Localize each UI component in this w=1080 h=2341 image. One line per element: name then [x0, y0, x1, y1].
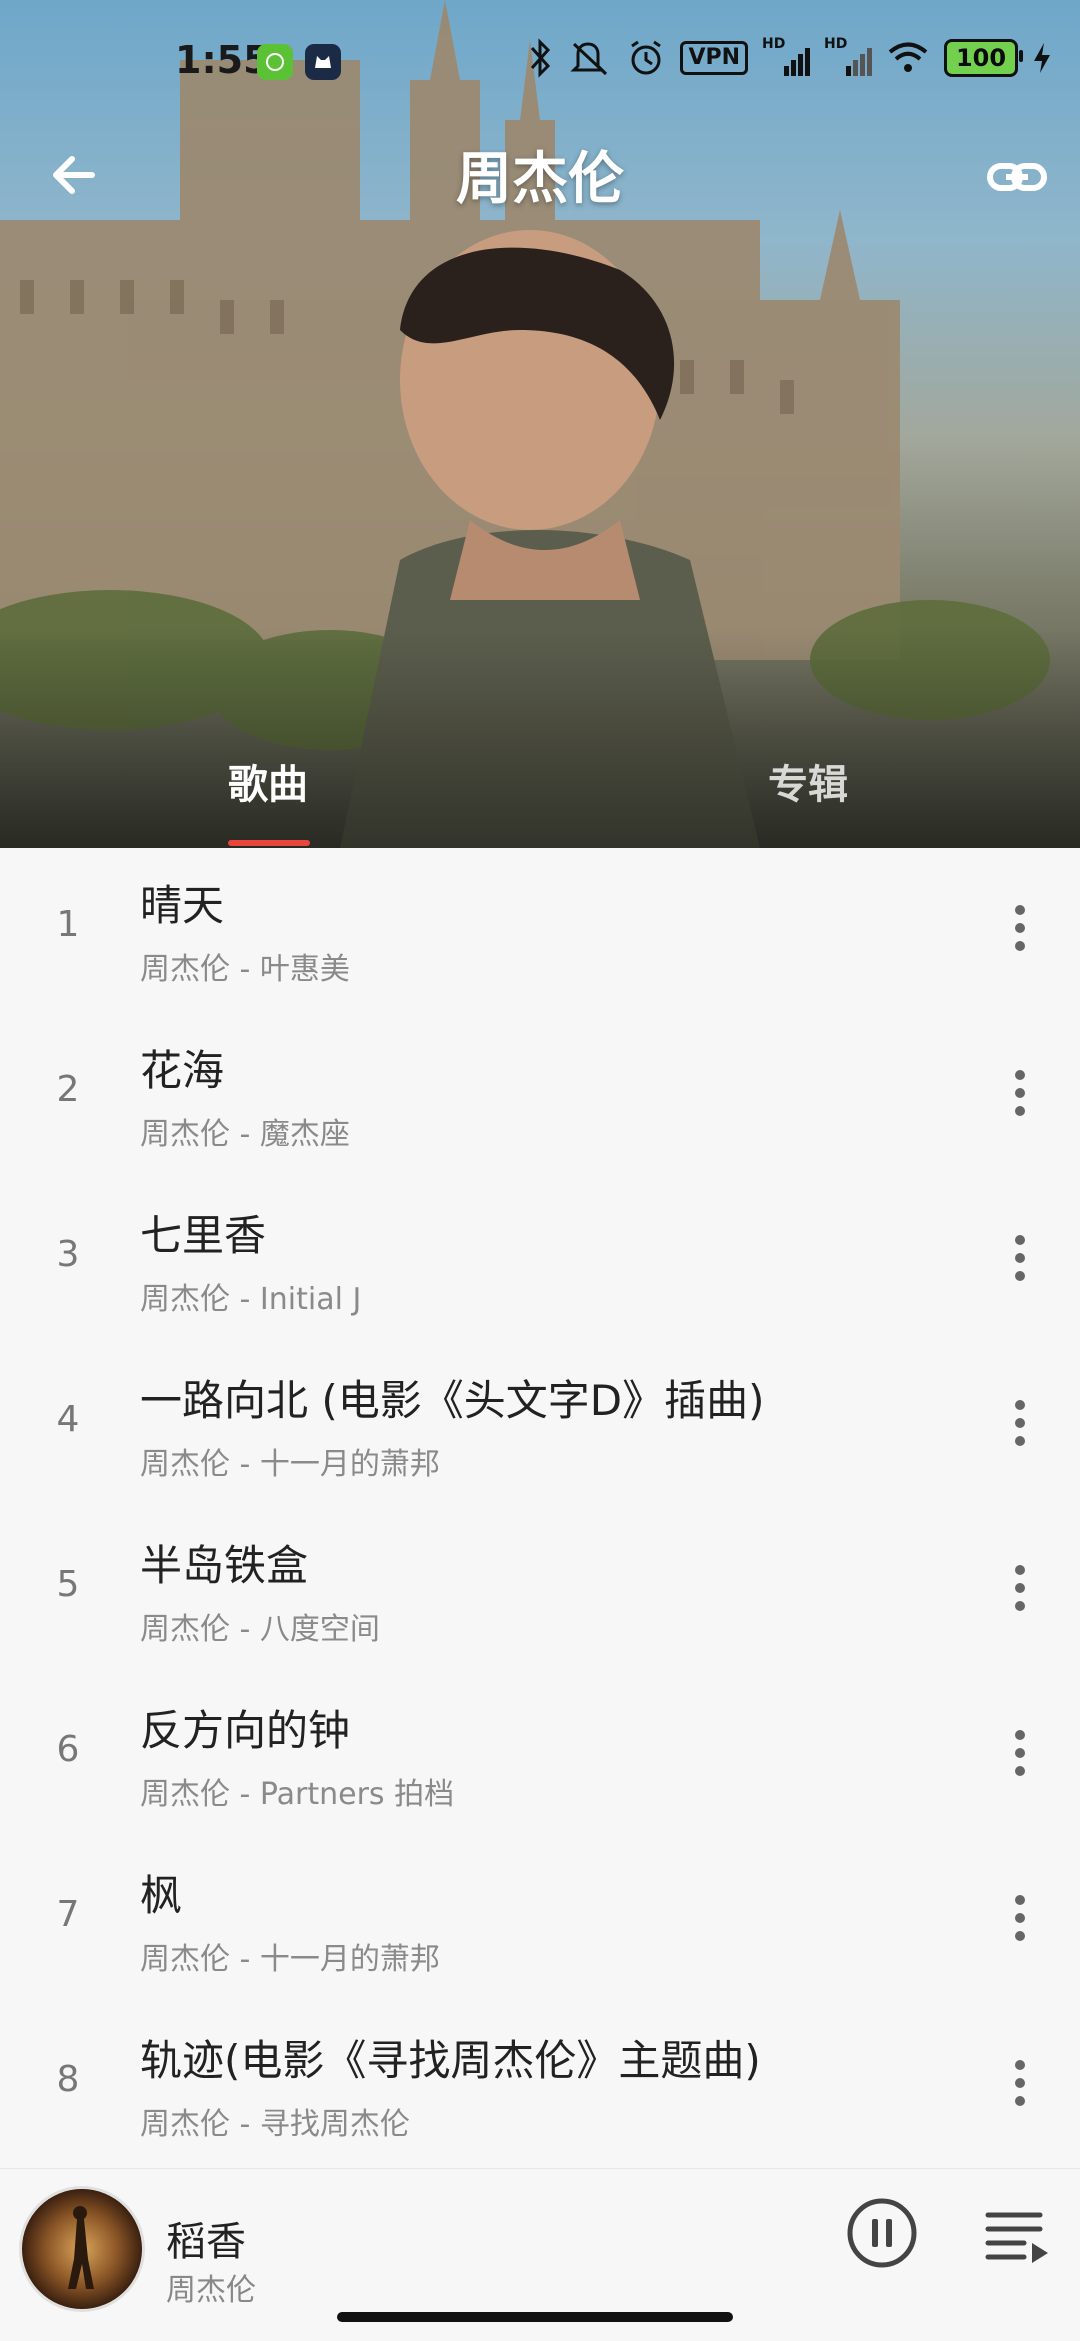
song-title: 半岛铁盒 [140, 1541, 309, 1590]
active-tab-indicator [228, 840, 310, 846]
bluetooth-icon [531, 38, 551, 78]
song-index: 8 [56, 2059, 80, 2100]
song-subtitle: 周杰伦 - Initial J [140, 1282, 362, 1317]
song-index: 3 [56, 1234, 80, 1275]
song-index: 7 [56, 1894, 80, 1935]
more-button[interactable] [990, 1723, 1050, 1783]
song-row[interactable]: 5 半岛铁盒 周杰伦 - 八度空间 [0, 1508, 1080, 1673]
song-list: 1 晴天 周杰伦 - 叶惠美 2 花海 周杰伦 - 魔杰座 3 七里香 周杰伦 … [0, 848, 1080, 2168]
song-title: 一路向北 (电影《头文字D》插曲) [140, 1376, 765, 1425]
more-vertical-icon [1015, 1565, 1025, 1611]
more-button[interactable] [990, 2053, 1050, 2113]
song-subtitle: 周杰伦 - Partners 拍档 [140, 1777, 455, 1812]
more-vertical-icon [1015, 1235, 1025, 1281]
song-subtitle: 周杰伦 - 魔杰座 [140, 1117, 350, 1152]
app-badge-green-icon [257, 44, 293, 80]
tab-albums[interactable]: 专辑 [768, 752, 848, 810]
top-bar: 周杰伦 [0, 120, 1080, 220]
share-link-button[interactable] [982, 142, 1052, 212]
more-button[interactable] [990, 898, 1050, 958]
charging-icon [1034, 43, 1050, 73]
battery-level: 100 [955, 44, 1007, 72]
song-title: 花海 [140, 1046, 225, 1095]
song-row[interactable]: 8 轨迹(电影《寻找周杰伦》主题曲) 周杰伦 - 寻找周杰伦 [0, 2003, 1080, 2168]
vpn-icon: VPN [680, 41, 748, 75]
mute-icon [570, 42, 608, 76]
song-subtitle: 周杰伦 - 十一月的萧邦 [140, 1447, 440, 1482]
pause-button[interactable] [846, 2197, 918, 2269]
playlist-icon [985, 2212, 1048, 2263]
more-vertical-icon [1015, 1730, 1025, 1776]
song-row[interactable]: 1 晴天 周杰伦 - 叶惠美 [0, 848, 1080, 1013]
now-playing-artist: 周杰伦 [166, 2273, 256, 2308]
wifi-icon [888, 42, 928, 72]
tab-bar: 歌曲 专辑 [0, 740, 1080, 848]
now-playing-album-art[interactable] [22, 2189, 142, 2309]
song-subtitle: 周杰伦 - 八度空间 [140, 1612, 380, 1647]
song-title: 晴天 [140, 881, 225, 930]
song-subtitle: 周杰伦 - 十一月的萧邦 [140, 1942, 440, 1977]
song-row[interactable]: 4 一路向北 (电影《头文字D》插曲) 周杰伦 - 十一月的萧邦 [0, 1343, 1080, 1508]
hd-label: HD [762, 36, 786, 52]
song-subtitle: 周杰伦 - 叶惠美 [140, 952, 350, 987]
song-index: 6 [56, 1729, 80, 1770]
hd-label: HD [824, 36, 848, 52]
home-indicator[interactable] [337, 2312, 733, 2322]
app-badge-dark-icon [305, 44, 341, 80]
more-button[interactable] [990, 1558, 1050, 1618]
more-button[interactable] [990, 1063, 1050, 1123]
more-vertical-icon [1015, 1400, 1025, 1446]
song-index: 2 [56, 1069, 80, 1110]
pause-icon [847, 2198, 917, 2268]
song-title: 枫 [140, 1871, 183, 1920]
more-vertical-icon [1015, 905, 1025, 951]
status-time: 1:55 [175, 38, 270, 82]
more-button[interactable] [990, 1228, 1050, 1288]
song-index: 5 [56, 1564, 80, 1605]
more-vertical-icon [1015, 1070, 1025, 1116]
playlist-button[interactable] [980, 2199, 1052, 2271]
song-subtitle: 周杰伦 - 寻找周杰伦 [140, 2107, 410, 2142]
song-row[interactable]: 2 花海 周杰伦 - 魔杰座 [0, 1013, 1080, 1178]
tab-songs[interactable]: 歌曲 [228, 752, 308, 810]
now-playing-title: 稻香 [166, 2219, 246, 2265]
more-button[interactable] [990, 1393, 1050, 1453]
status-icons: VPN HD HD 100 [528, 36, 1052, 78]
more-vertical-icon [1015, 1895, 1025, 1941]
link-icon [987, 163, 1047, 191]
song-row[interactable]: 7 枫 周杰伦 - 十一月的萧邦 [0, 1838, 1080, 2003]
page-title: 周杰伦 [456, 147, 624, 212]
song-title: 七里香 [140, 1211, 267, 1260]
song-title: 反方向的钟 [140, 1706, 351, 1755]
song-row[interactable]: 6 反方向的钟 周杰伦 - Partners 拍档 [0, 1673, 1080, 1838]
status-bar: 1:55 VPN HD HD 100 [0, 0, 1080, 120]
battery-icon: 100 [944, 39, 1023, 77]
alarm-icon [631, 40, 662, 75]
more-vertical-icon [1015, 2060, 1025, 2106]
more-button[interactable] [990, 1888, 1050, 1948]
song-index: 1 [56, 904, 80, 945]
song-row[interactable]: 3 七里香 周杰伦 - Initial J [0, 1178, 1080, 1343]
signal-icon: HD [824, 36, 872, 76]
song-title: 轨迹(电影《寻找周杰伦》主题曲) [140, 2036, 761, 2085]
song-index: 4 [56, 1399, 80, 1440]
signal-icon: HD [762, 36, 810, 76]
